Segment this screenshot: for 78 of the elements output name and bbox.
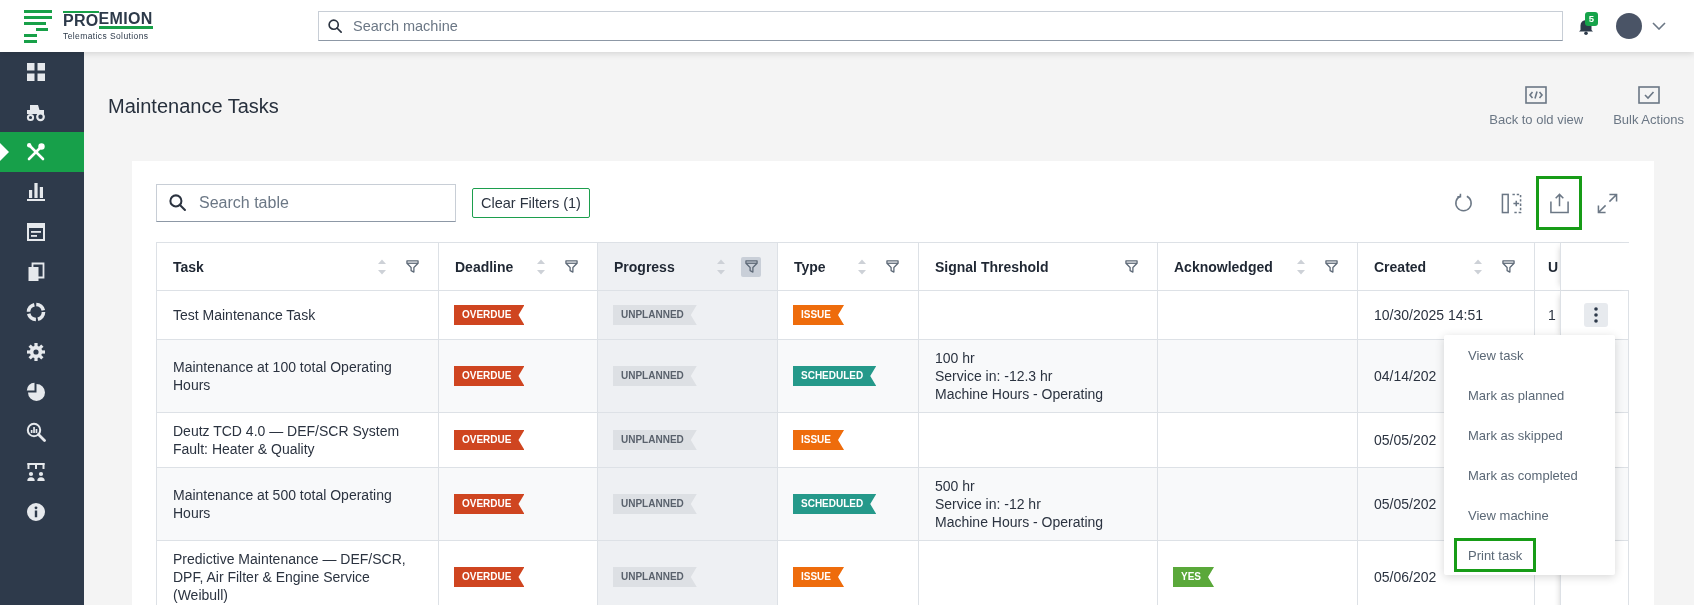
- menu-item[interactable]: Print task: [1454, 538, 1537, 572]
- filter-button[interactable]: [741, 256, 761, 277]
- column-title: Type: [794, 258, 827, 275]
- ring-icon: [26, 302, 46, 322]
- clear-filters-button[interactable]: Clear Filters (1): [472, 188, 590, 218]
- action-button[interactable]: Back to old view: [1489, 86, 1584, 127]
- columns-icon: [1500, 192, 1522, 214]
- table-cell: Maintenance at 500 total Operating Hours: [157, 468, 439, 540]
- deadline-tag: OVERDUE: [454, 430, 525, 450]
- table-cell: Deutz TCD 4.0 — DEF/SCR System Fault: Heater & Quality: [157, 413, 439, 467]
- logo-icon: [24, 9, 52, 43]
- column-title: Created: [1374, 258, 1428, 275]
- type-tag: SCHEDULED: [793, 366, 877, 386]
- filter-icon: [564, 260, 578, 273]
- progress-tag: UNPLANNED: [613, 305, 697, 325]
- more-button[interactable]: [1583, 303, 1608, 327]
- filter-icon: [1324, 260, 1338, 273]
- column-title: Signal Threshold: [935, 258, 1050, 275]
- deadline-tag: OVERDUE: [454, 366, 525, 386]
- column-title: Deadline: [455, 258, 515, 275]
- column-title: Acknowledged: [1174, 258, 1274, 275]
- table-cell: 100 hr Service in: -12.3 hr Machine Hours - Operating: [919, 340, 1158, 412]
- code-icon: [1525, 86, 1548, 104]
- search-field[interactable]: Search machine: [318, 11, 1563, 41]
- checkbox-icon: [1637, 86, 1660, 104]
- deadline-tag: OVERDUE: [454, 305, 525, 325]
- export-button[interactable]: [1536, 176, 1582, 230]
- column-title: Progress: [614, 258, 676, 275]
- pie-chart-icon: [26, 382, 46, 402]
- deadline-tag: OVERDUE: [454, 567, 525, 587]
- table-search-field[interactable]: Search table: [156, 184, 456, 222]
- filter-icon: [1124, 260, 1138, 273]
- action-button[interactable]: Bulk Actions: [1613, 86, 1684, 127]
- filter-icon: [744, 260, 758, 273]
- tools-icon: [26, 142, 46, 162]
- magnifier-chart-icon: [26, 422, 46, 442]
- bar-chart-icon: [26, 182, 46, 202]
- search-icon: [169, 194, 186, 211]
- column-title: Task: [173, 258, 205, 275]
- info-icon: [26, 502, 46, 522]
- settings-icon: [26, 342, 46, 362]
- search-icon: [328, 19, 342, 33]
- filter-icon: [1501, 260, 1515, 273]
- notification-badge: 5: [1585, 11, 1598, 26]
- calendar-icon: [26, 222, 46, 242]
- filter-icon: [405, 260, 419, 273]
- acknowledged-tag: YES: [1173, 567, 1214, 587]
- table-cell-text: 1: [1547, 306, 1557, 325]
- dashboard-icon: [26, 62, 46, 82]
- type-tag: ISSUE: [793, 305, 844, 325]
- triangle-marker-icon: [0, 143, 9, 161]
- progress-tag: UNPLANNED: [613, 430, 697, 450]
- avatar-placeholder[interactable]: [1616, 13, 1642, 39]
- type-tag: ISSUE: [793, 430, 844, 450]
- table-cell: Test Maintenance Task: [157, 291, 439, 339]
- logo-wordmark: PROEMION: [63, 11, 153, 28]
- menu-item[interactable]: View task: [1454, 338, 1538, 372]
- logo-tagline: Telematics Solutions: [63, 31, 150, 41]
- table-cell: Maintenance at 100 total Operating Hours: [157, 340, 439, 412]
- kebab-icon: [1593, 307, 1598, 323]
- chevron-down-icon[interactable]: [1652, 22, 1666, 30]
- type-tag: SCHEDULED: [793, 494, 877, 514]
- upload-icon: [1548, 192, 1570, 214]
- refresh-icon: [1452, 192, 1474, 214]
- progress-tag: UNPLANNED: [613, 366, 697, 386]
- column-title: U: [1548, 258, 1560, 275]
- type-tag: ISSUE: [793, 567, 844, 587]
- filter-icon: [885, 260, 899, 273]
- expand-icon: [1596, 192, 1618, 214]
- documents-icon: [26, 262, 46, 282]
- table-cell: Predictive Maintenance — DEF/SCR, DPF, Air Filter & Engine Service (Weibull): [157, 541, 439, 605]
- org-chart-icon: [26, 462, 46, 482]
- progress-tag: UNPLANNED: [613, 567, 697, 587]
- page-title: Maintenance Tasks: [107, 95, 279, 118]
- deadline-tag: OVERDUE: [454, 494, 525, 514]
- table-cell: 500 hr Service in: -12 hr Machine Hours - Operating: [919, 468, 1158, 540]
- progress-tag: UNPLANNED: [613, 494, 697, 514]
- tractor-icon: [26, 102, 46, 122]
